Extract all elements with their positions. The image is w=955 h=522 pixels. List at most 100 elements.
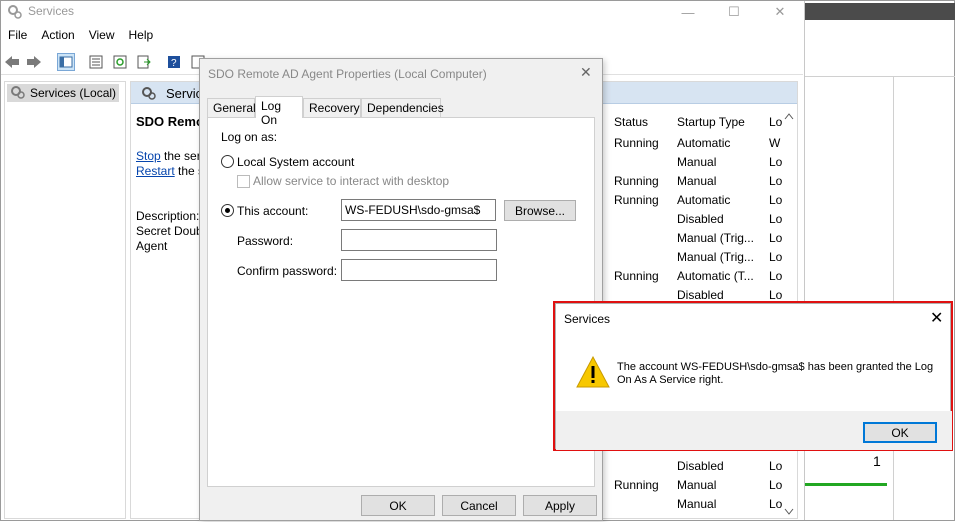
table-cell: Disabled [677,459,724,473]
table-cell: Manual (Trig... [677,250,754,264]
show-hide-console-tree-icon[interactable] [57,53,75,71]
table-cell: Lo [769,174,783,188]
allow-interact-label: Allow service to interact with desktop [253,174,450,188]
message-box-frame: Services ✕ The account WS-FEDUSH\sdo-gms… [555,303,952,450]
stop-service-text: the ser [160,149,201,163]
close-icon[interactable]: ✕ [580,64,592,81]
export-list-icon[interactable] [135,53,153,71]
table-row[interactable]: Manual (Trig... Lo [609,248,797,267]
table-cell: Manual (Trig... [677,231,754,245]
tab-general[interactable]: General [207,98,256,117]
table-cell: Lo [769,231,783,245]
menu-bar: File Action View Help [1,25,160,45]
progress-line [805,483,887,486]
table-row[interactable]: Manual Lo [609,495,797,514]
table-cell: Lo [769,193,783,207]
table-cell: Lo [769,269,783,283]
close-icon[interactable]: ✕ [930,308,943,328]
refresh-icon[interactable] [111,53,129,71]
actions-header [805,3,955,20]
table-cell: Automatic (T... [677,269,754,283]
table-cell: Manual [677,155,717,169]
table-cell: W [769,136,781,150]
table-cell: Lo [769,478,783,492]
counter-value: 1 [873,453,881,469]
table-row[interactable]: Manual Lo [609,153,797,172]
password-input[interactable] [341,229,497,251]
svg-text:?: ? [171,58,177,69]
table-row[interactable]: Disabled Lo [609,210,797,229]
services-gear-icon [10,85,26,102]
table-row[interactable]: Running Automatic (T... Lo [609,267,797,286]
back-arrow-icon[interactable] [3,53,21,71]
menu-action[interactable]: Action [34,25,81,45]
log-on-tab-panel: Log on as: Local System account Allow se… [207,117,595,487]
divider [805,76,955,77]
table-cell: Automatic [677,136,731,150]
this-account-label[interactable]: This account: [237,204,308,218]
title-bar: Services — ☐ ✕ [1,1,803,23]
window-title: Services [28,4,75,18]
tab-recovery[interactable]: Recovery [303,98,361,117]
ok-button[interactable]: OK [361,495,435,516]
menu-help[interactable]: Help [122,25,161,45]
table-row[interactable]: Running Automatic Lo [609,191,797,210]
table-row[interactable]: Running Automatic W [609,134,797,153]
services-gear-icon [7,4,23,20]
this-account-radio[interactable] [221,204,234,217]
ok-button[interactable]: OK [863,422,937,443]
selected-service-title: SDO Remote [136,114,206,129]
table-cell: Lo [769,497,783,511]
confirm-password-label: Confirm password: [237,264,338,278]
minimize-button[interactable]: — [665,1,711,23]
message-text: The account WS-FEDUSH\sdo-gmsa$ has been… [617,361,934,386]
table-cell: Disabled [677,288,724,302]
close-button[interactable]: ✕ [757,1,803,23]
menu-view[interactable]: View [82,25,122,45]
cancel-button[interactable]: Cancel [442,495,516,516]
table-row[interactable]: Running Manual Lo [609,476,797,495]
table-row[interactable]: Manual (Trig... Lo [609,229,797,248]
stop-service-link[interactable]: Stop [136,149,161,163]
tree-item-label: Services (Local) [30,86,117,100]
menu-file[interactable]: File [1,25,34,45]
allow-interact-checkbox[interactable] [237,175,250,188]
confirmation-message-box: Services ✕ The account WS-FEDUSH\sdo-gms… [553,301,953,451]
divider [893,77,894,520]
help-icon[interactable]: ? [165,53,183,71]
console-tree: Services (Local) [4,81,126,519]
tree-item-services-local[interactable]: Services (Local) [7,84,119,102]
apply-button[interactable]: Apply [523,495,597,516]
services-gear-icon [141,86,157,103]
restart-service-link[interactable]: Restart [136,164,175,178]
log-on-as-label: Log on as: [221,130,278,144]
browse-button[interactable]: Browse... [504,200,576,221]
table-cell: Running [614,136,659,150]
confirm-password-input[interactable] [341,259,497,281]
table-row[interactable]: Disabled Lo [609,457,797,476]
dialog-title: SDO Remote AD Agent Properties (Local Co… [208,67,487,81]
table-cell: Lo [769,212,783,226]
column-header-startup-type[interactable]: Startup Type [677,115,745,129]
table-cell: Running [614,478,659,492]
table-cell: Lo [769,288,783,302]
description-label: Description: [136,209,200,223]
tab-dependencies[interactable]: Dependencies [361,98,444,117]
local-system-radio[interactable] [221,155,234,168]
table-row[interactable]: Running Manual Lo [609,172,797,191]
column-header-status[interactable]: Status [614,115,648,129]
table-cell: Lo [769,155,783,169]
restart-service-row: Restart the s [136,164,204,178]
table-cell: Lo [769,250,783,264]
account-input[interactable]: WS-FEDUSH\sdo-gmsa$ [341,199,496,221]
local-system-label[interactable]: Local System account [237,155,354,169]
table-cell: Automatic [677,193,731,207]
stop-service-row: Stop the ser [136,149,201,163]
maximize-button[interactable]: ☐ [711,1,757,23]
table-cell: Manual [677,478,717,492]
properties-icon[interactable] [87,53,105,71]
tab-log-on[interactable]: Log On [255,96,303,127]
column-header-log-on-as[interactable]: Lo [769,115,782,129]
properties-dialog: SDO Remote AD Agent Properties (Local Co… [199,58,603,521]
forward-arrow-icon[interactable] [25,53,43,71]
